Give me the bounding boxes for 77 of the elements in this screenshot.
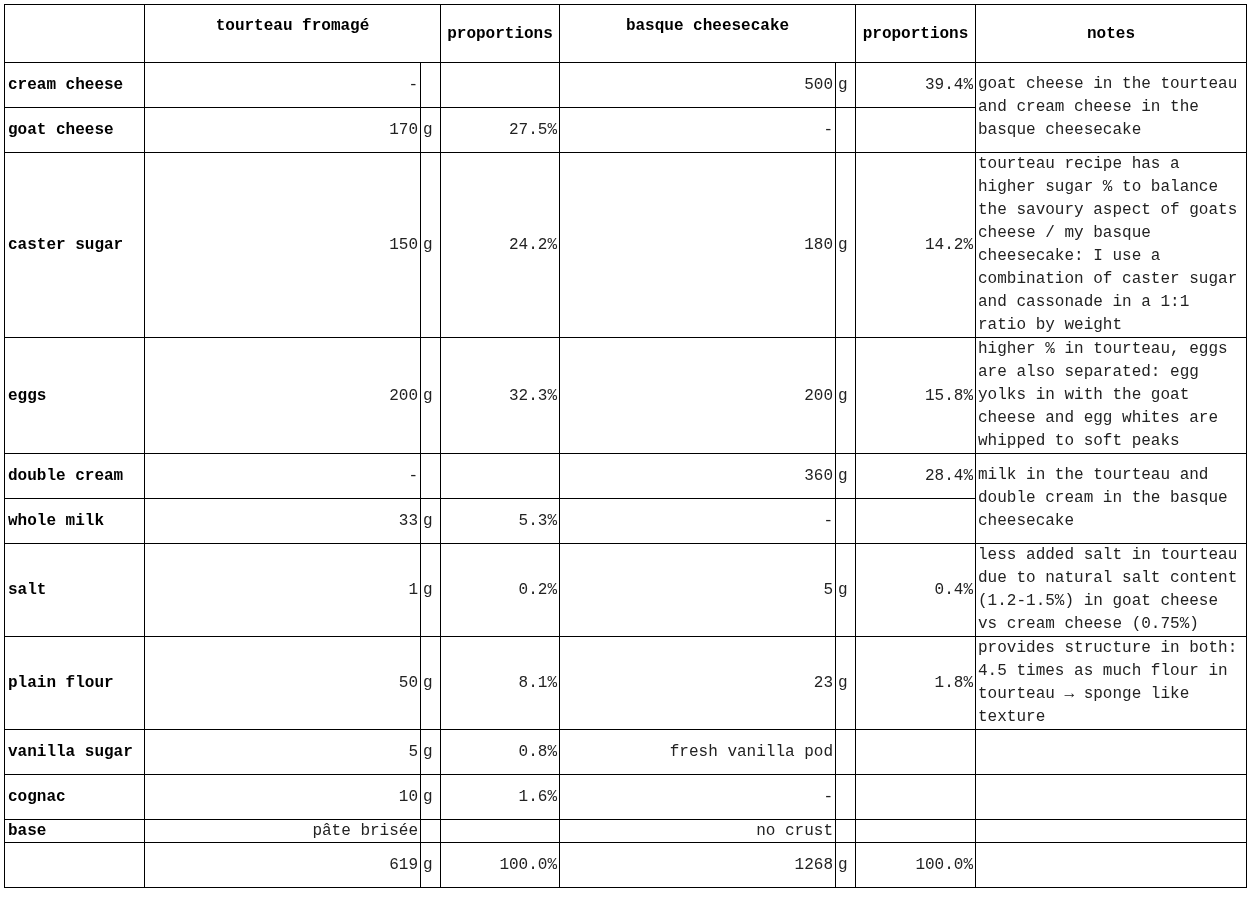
note-cell: higher % in tourteau, eggs are also separated: egg yolks in with the goat cheese and egg whites are whipped to soft peaks [975, 337, 1247, 454]
amount-cell: pâte brisée [144, 819, 421, 843]
note-cell: milk in the tourteau and double cream in the basque cheesecake [975, 453, 1247, 544]
amount-cell: 619 [144, 842, 421, 888]
column-header: tourteau fromagé [144, 4, 441, 63]
column-header: proportions [855, 4, 976, 63]
percent-cell: 32.3% [440, 337, 560, 454]
row-label: double cream [4, 453, 145, 499]
percent-cell: 39.4% [855, 62, 976, 108]
amount-cell: - [559, 498, 836, 544]
amount-cell: - [559, 774, 836, 820]
unit-cell: g [420, 729, 441, 775]
row-label: cream cheese [4, 62, 145, 108]
row-label: vanilla sugar [4, 729, 145, 775]
percent-cell: 100.0% [855, 842, 976, 888]
percent-cell: 8.1% [440, 636, 560, 730]
percent-cell: 27.5% [440, 107, 560, 153]
percent-cell: 0.4% [855, 543, 976, 637]
amount-cell: 200 [559, 337, 836, 454]
unit-cell: g [835, 543, 856, 637]
percent-cell: 1.8% [855, 636, 976, 730]
row-label: whole milk [4, 498, 145, 544]
percent-cell: 1.6% [440, 774, 560, 820]
amount-cell: 50 [144, 636, 421, 730]
row-label: goat cheese [4, 107, 145, 153]
amount-cell: no crust [559, 819, 836, 843]
percent-cell: 0.8% [440, 729, 560, 775]
percent-cell: 0.2% [440, 543, 560, 637]
amount-cell: 23 [559, 636, 836, 730]
percent-cell: 5.3% [440, 498, 560, 544]
note-cell: less added salt in tourteau due to natural salt content (1.2-1.5%) in goat cheese vs cream cheese (0.75%) [975, 543, 1247, 637]
amount-cell: 150 [144, 152, 421, 338]
amount-cell: 5 [144, 729, 421, 775]
row-label: base [4, 819, 145, 843]
unit-cell: g [420, 636, 441, 730]
amount-cell: 500 [559, 62, 836, 108]
unit-cell: g [835, 842, 856, 888]
percent-cell: 24.2% [440, 152, 560, 338]
amount-cell: 33 [144, 498, 421, 544]
amount-cell: fresh vanilla pod [559, 729, 836, 775]
percent-cell: 15.8% [855, 337, 976, 454]
percent-cell: 100.0% [440, 842, 560, 888]
unit-cell: g [420, 842, 441, 888]
unit-cell: g [835, 636, 856, 730]
row-label: caster sugar [4, 152, 145, 338]
row-label: plain flour [4, 636, 145, 730]
unit-cell: g [420, 337, 441, 454]
amount-cell: 180 [559, 152, 836, 338]
unit-cell: g [835, 62, 856, 108]
unit-cell: g [835, 337, 856, 454]
unit-cell: g [420, 107, 441, 153]
amount-cell: - [144, 453, 421, 499]
amount-cell: 5 [559, 543, 836, 637]
unit-cell: g [835, 152, 856, 338]
amount-cell: 1268 [559, 842, 836, 888]
amount-cell: 10 [144, 774, 421, 820]
column-header: notes [975, 4, 1247, 63]
amount-cell: - [559, 107, 836, 153]
percent-cell: 28.4% [855, 453, 976, 499]
amount-cell: 360 [559, 453, 836, 499]
row-label: salt [4, 543, 145, 637]
unit-cell: g [420, 543, 441, 637]
amount-cell: 1 [144, 543, 421, 637]
row-label: eggs [4, 337, 145, 454]
column-header: basque cheesecake [559, 4, 856, 63]
unit-cell: g [835, 453, 856, 499]
unit-cell: g [420, 152, 441, 338]
amount-cell: - [144, 62, 421, 108]
amount-cell: 170 [144, 107, 421, 153]
note-cell: provides structure in both: 4.5 times as much flour in tourteau → sponge like texture [975, 636, 1247, 730]
unit-cell: g [420, 774, 441, 820]
amount-cell: 200 [144, 337, 421, 454]
note-cell: goat cheese in the tourteau and cream cheese in the basque cheesecake [975, 62, 1247, 153]
column-header: proportions [440, 4, 560, 63]
row-label: cognac [4, 774, 145, 820]
percent-cell: 14.2% [855, 152, 976, 338]
unit-cell: g [420, 498, 441, 544]
